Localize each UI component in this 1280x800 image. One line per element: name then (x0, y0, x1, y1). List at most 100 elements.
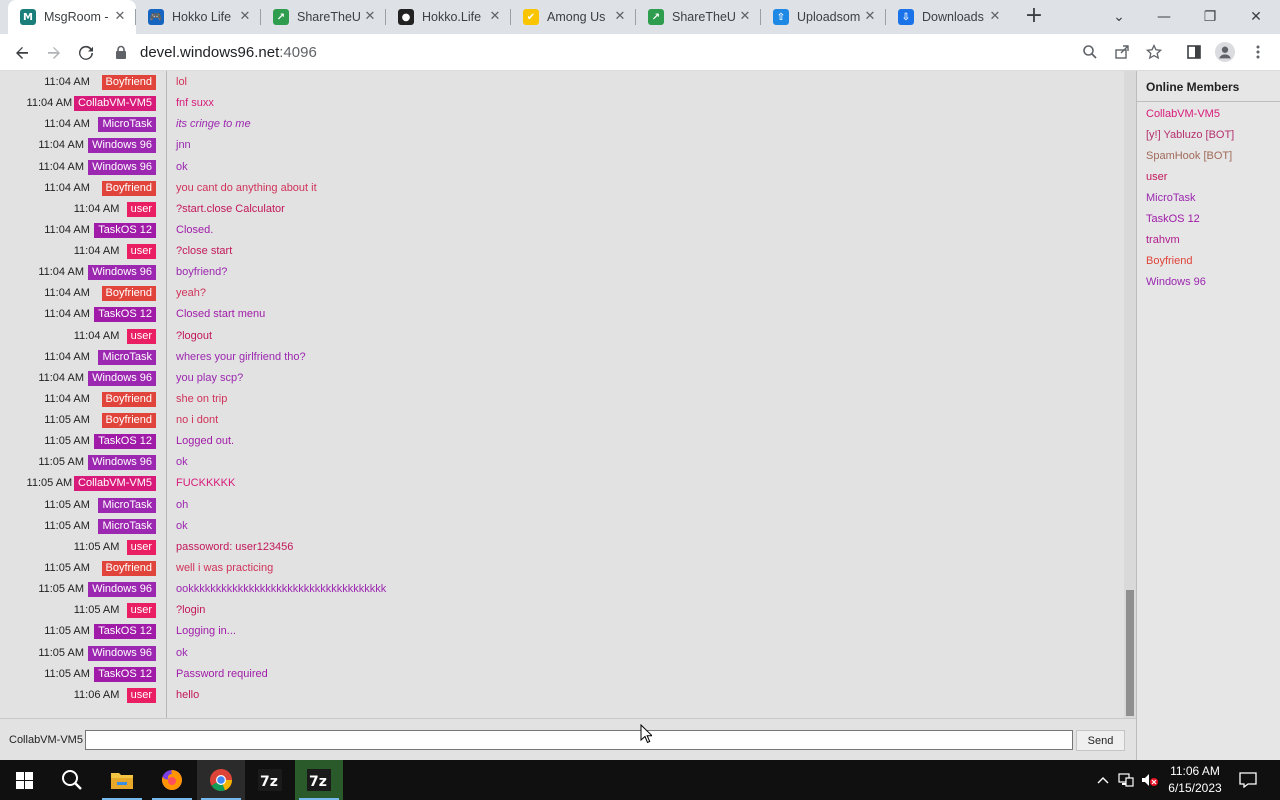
taskbar-7zip[interactable]: 7z (246, 760, 294, 800)
username-badge[interactable]: Windows 96 (88, 138, 156, 154)
browser-tab[interactable]: ● Hokko.Life ✕ (386, 0, 511, 34)
browser-tab[interactable]: ↗ ShareTheU ✕ (261, 0, 386, 34)
message-text: Logging in... (176, 625, 236, 638)
side-panel-icon[interactable] (1184, 42, 1204, 62)
username-badge[interactable]: TaskOS 12 (94, 307, 156, 323)
tab-close-icon[interactable]: ✕ (487, 9, 503, 25)
username-badge[interactable]: user (126, 539, 156, 555)
taskbar-file-explorer[interactable] (98, 760, 146, 800)
taskbar-chrome[interactable] (197, 760, 245, 800)
member-item[interactable]: CollabVM-VM5 (1146, 108, 1220, 120)
chat-message: Windows 96 11:05 AM ok (0, 643, 1124, 664)
member-item[interactable]: Windows 96 (1146, 276, 1206, 288)
menu-kebab-icon[interactable] (1248, 42, 1268, 62)
message-timestamp: 11:05 AM (44, 519, 90, 532)
tab-close-icon[interactable]: ✕ (737, 9, 753, 25)
username-badge[interactable]: Windows 96 (88, 645, 156, 661)
minimize-icon[interactable]: — (1141, 0, 1187, 34)
notifications-icon[interactable] (1237, 770, 1259, 790)
network-icon[interactable] (1116, 770, 1136, 790)
start-button[interactable] (0, 760, 48, 800)
tab-close-icon[interactable]: ✕ (612, 9, 628, 25)
username-badge[interactable]: Boyfriend (101, 391, 156, 407)
username-badge[interactable]: user (126, 244, 156, 260)
tab-title: ShareTheU (672, 10, 736, 24)
reload-button[interactable] (72, 39, 100, 67)
username-badge[interactable]: Windows 96 (88, 455, 156, 471)
back-button[interactable] (8, 39, 36, 67)
tab-close-icon[interactable]: ✕ (112, 9, 128, 25)
browser-tab[interactable]: ⇩ Downloads ✕ (886, 0, 1011, 34)
chat-scrollbar[interactable] (1124, 71, 1136, 718)
username-badge[interactable]: user (126, 201, 156, 217)
username-badge[interactable]: Windows 96 (88, 265, 156, 281)
forward-arrow-icon (48, 47, 60, 59)
browser-tab[interactable]: ⇧ Uploadsom ✕ (761, 0, 886, 34)
scrollbar-thumb[interactable] (1126, 590, 1134, 716)
username-badge[interactable]: Boyfriend (101, 413, 156, 429)
msgroom-icon: M (20, 9, 36, 25)
browser-tab[interactable]: M MsgRoom - ✕ (8, 0, 136, 34)
chat-message: user 11:06 AM hello (0, 685, 1124, 706)
browser-tab[interactable]: ↗ ShareTheU ✕ (636, 0, 761, 34)
username-badge[interactable]: TaskOS 12 (94, 666, 156, 682)
new-tab-button[interactable]: + (1022, 5, 1046, 29)
member-item[interactable]: [y!] Yabluzo [BOT] (1146, 129, 1234, 141)
browser-tab[interactable]: ✔ Among Us ✕ (511, 0, 636, 34)
file-explorer-icon (111, 773, 133, 789)
search-button[interactable] (48, 760, 96, 800)
volume-muted-icon[interactable] (1140, 770, 1160, 790)
username-badge[interactable]: user (126, 328, 156, 344)
username-badge[interactable]: TaskOS 12 (94, 434, 156, 450)
username-badge[interactable]: MicroTask (98, 349, 156, 365)
tab-search-chevron-icon[interactable]: ⌄ (1096, 0, 1142, 34)
member-item[interactable]: SpamHook [BOT] (1146, 150, 1232, 162)
profile-avatar-icon[interactable] (1215, 42, 1235, 62)
username-badge[interactable]: MicroTask (98, 497, 156, 513)
username-badge[interactable]: MicroTask (98, 518, 156, 534)
member-item[interactable]: TaskOS 12 (1146, 213, 1200, 225)
message-input[interactable] (85, 730, 1073, 750)
username-badge[interactable]: CollabVM-VM5 (74, 96, 156, 112)
current-nickname[interactable]: CollabVM-VM5 (9, 734, 83, 746)
username-badge[interactable]: MicroTask (98, 117, 156, 133)
member-item[interactable]: Boyfriend (1146, 255, 1192, 267)
share-page-icon[interactable] (1112, 42, 1132, 62)
address-bar[interactable]: devel.windows96.net:4096 (108, 37, 1108, 67)
chat-log[interactable]: Boyfriend 11:04 AM lol CollabVM-VM5 11:04 AM… (0, 71, 1124, 718)
forward-button[interactable] (40, 39, 68, 67)
tray-overflow-chevron-icon[interactable] (1093, 770, 1113, 790)
tab-close-icon[interactable]: ✕ (237, 9, 253, 25)
username-badge[interactable]: TaskOS 12 (94, 222, 156, 238)
member-item[interactable]: MicroTask (1146, 192, 1196, 204)
username-badge[interactable]: Windows 96 (88, 582, 156, 598)
message-text: Logged out. (176, 435, 235, 448)
username-badge[interactable]: user (126, 687, 156, 703)
taskbar-firefox[interactable] (148, 760, 196, 800)
username-badge[interactable]: Boyfriend (101, 75, 156, 90)
browser-tab[interactable]: 🎮 Hokko Life ✕ (136, 0, 261, 34)
tab-close-icon[interactable]: ✕ (362, 9, 378, 25)
username-badge[interactable]: user (126, 603, 156, 619)
taskbar-7zip-fm[interactable]: 7z (295, 760, 343, 800)
tab-close-icon[interactable]: ✕ (862, 9, 878, 25)
bookmark-star-icon[interactable] (1144, 42, 1164, 62)
username-badge[interactable]: Windows 96 (88, 159, 156, 175)
username-badge[interactable]: Boyfriend (101, 560, 156, 576)
tab-close-icon[interactable]: ✕ (987, 9, 1003, 25)
taskbar-clock[interactable]: 11:06 AM 6/15/2023 (1164, 763, 1226, 797)
restore-icon[interactable]: ❐ (1187, 0, 1233, 34)
zoom-search-icon[interactable] (1080, 42, 1100, 62)
member-item[interactable]: user (1146, 171, 1167, 183)
username-badge[interactable]: Boyfriend (101, 286, 156, 302)
message-timestamp: 11:04 AM (38, 160, 84, 173)
send-button[interactable]: Send (1076, 730, 1125, 751)
username-badge[interactable]: Windows 96 (88, 370, 156, 386)
message-text: wheres your girlfriend tho? (176, 350, 306, 363)
username-badge[interactable]: CollabVM-VM5 (74, 476, 156, 492)
username-badge[interactable]: Boyfriend (101, 180, 156, 196)
close-window-icon[interactable]: ✕ (1233, 0, 1279, 34)
username-badge[interactable]: TaskOS 12 (94, 624, 156, 640)
member-item[interactable]: trahvm (1146, 234, 1180, 246)
message-timestamp: 11:04 AM (38, 266, 84, 279)
